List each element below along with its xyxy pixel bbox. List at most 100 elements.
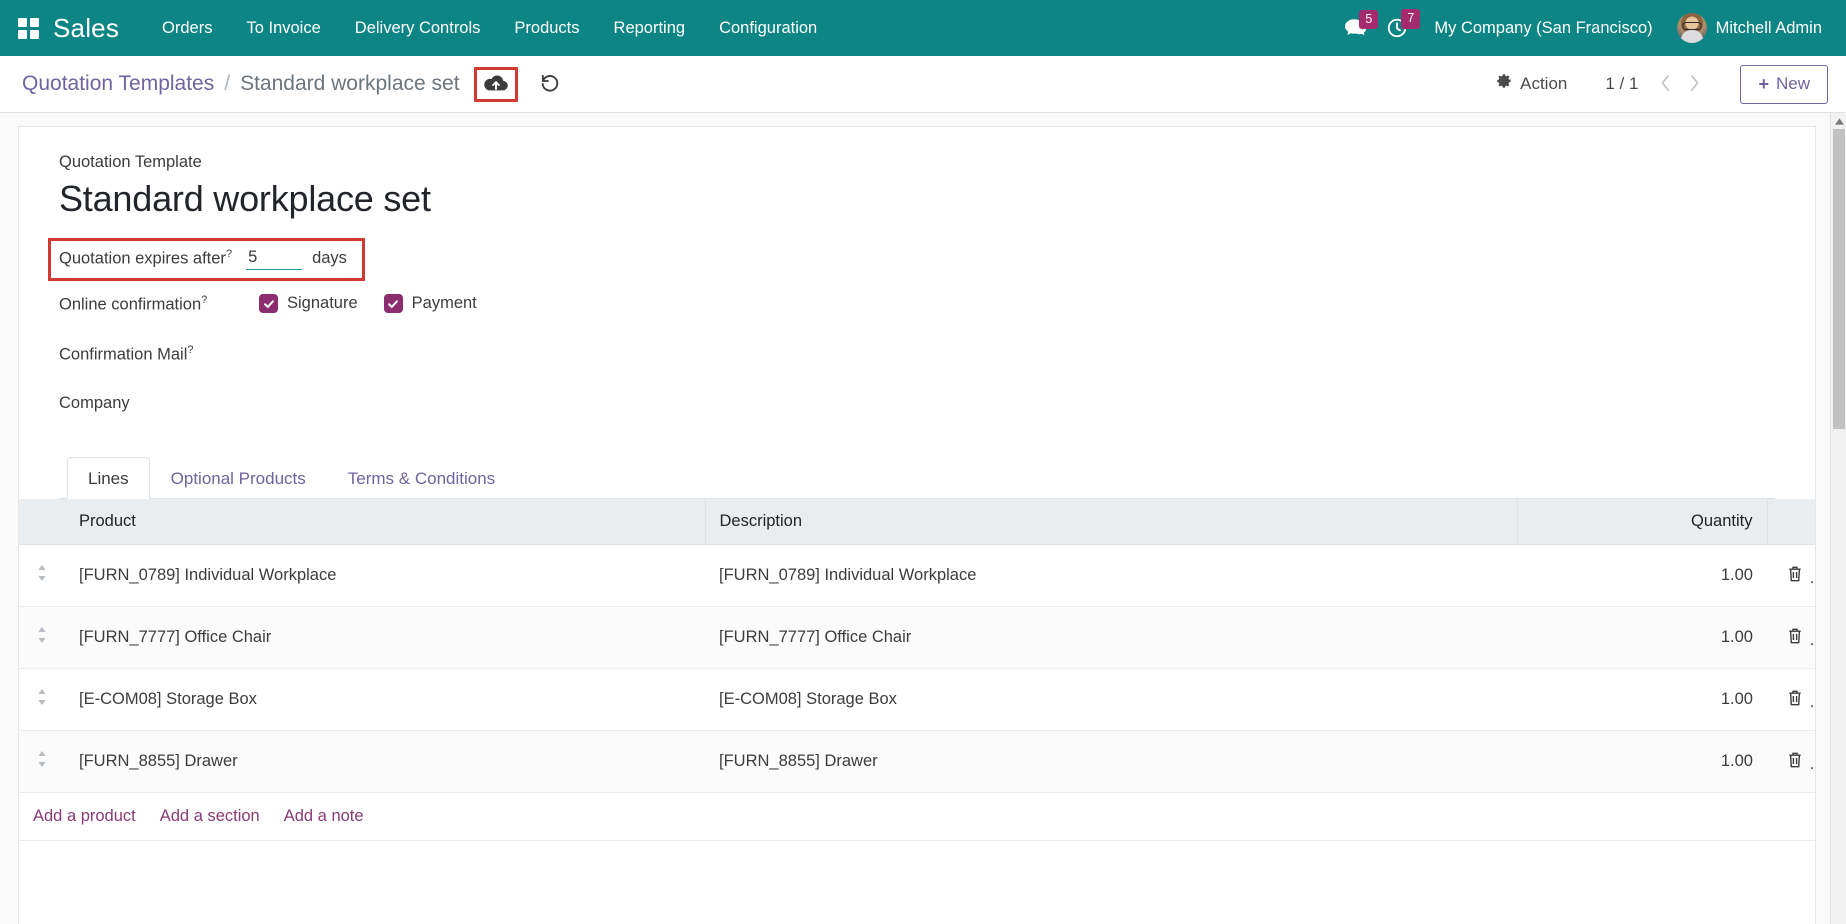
messages-button[interactable]: 5 <box>1336 12 1378 45</box>
apps-grid-cell <box>30 18 39 27</box>
new-button-label: New <box>1776 74 1810 94</box>
company-switcher[interactable]: My Company (San Francisco) <box>1420 11 1666 46</box>
help-tooltip-icon[interactable]: ? <box>187 344 193 356</box>
delete-row-button[interactable] <box>1781 745 1809 778</box>
menu-item-delivery-controls[interactable]: Delivery Controls <box>338 11 498 46</box>
record-pager: 1 / 1 <box>1605 69 1708 100</box>
menu-item-reporting[interactable]: Reporting <box>597 11 703 46</box>
breadcrumb-parent-quotation-templates[interactable]: Quotation Templates <box>22 72 214 96</box>
help-tooltip-icon[interactable]: ? <box>226 248 232 260</box>
drag-handle-icon <box>36 631 48 649</box>
form-body: Quotation Template Standard workplace se… <box>19 153 1815 841</box>
action-menu-label: Action <box>1520 74 1567 94</box>
content-area: Quotation Template Standard workplace se… <box>0 113 1846 924</box>
cell-product[interactable]: [FURN_8855] Drawer <box>65 731 705 793</box>
help-tooltip-icon[interactable]: ? <box>201 294 207 306</box>
cell-product[interactable]: [E-COM08] Storage Box <box>65 669 705 731</box>
cell-description[interactable]: [E-COM08] Storage Box <box>705 669 1517 731</box>
pager-next-button[interactable] <box>1681 69 1708 100</box>
user-name-label: Mitchell Admin <box>1716 19 1822 38</box>
table-row[interactable]: [FURN_0789] Individual Workplace [FURN_0… <box>19 545 1815 607</box>
cell-product[interactable]: [FURN_7777] Office Chair <box>65 607 705 669</box>
record-type-label: Quotation Template <box>59 153 1775 172</box>
cell-description[interactable]: [FURN_0789] Individual Workplace <box>705 545 1517 607</box>
quotation-expiry-field-group: Quotation expires after? days <box>48 238 365 281</box>
trash-icon <box>1787 689 1803 710</box>
pager-previous-button[interactable] <box>1652 69 1679 100</box>
discard-changes-button[interactable] <box>530 68 570 101</box>
row-drag-handle[interactable] <box>19 607 65 669</box>
apps-grid-cell <box>30 30 39 39</box>
online-confirmation-options: Signature Payment <box>259 294 477 313</box>
cell-quantity[interactable]: 1.00 <box>1517 669 1767 731</box>
menu-item-to-invoice[interactable]: To Invoice <box>229 11 337 46</box>
cell-delete <box>1767 545 1815 607</box>
vertical-scrollbar[interactable] <box>1830 113 1846 924</box>
save-button-highlight-box <box>474 67 518 102</box>
checkbox-signature[interactable]: Signature <box>259 294 358 313</box>
save-record-button[interactable] <box>484 73 508 96</box>
cell-product[interactable]: [FURN_0789] Individual Workplace <box>65 545 705 607</box>
table-row[interactable]: [FURN_7777] Office Chair [FURN_7777] Off… <box>19 607 1815 669</box>
add-a-note-link[interactable]: Add a note <box>284 807 364 826</box>
new-record-button[interactable]: + New <box>1740 65 1828 104</box>
lines-table: Product Description Quantity <box>19 499 1815 841</box>
checkbox-signature-label: Signature <box>287 294 358 313</box>
table-row[interactable]: [FURN_8855] Drawer [FURN_8855] Drawer 1.… <box>19 731 1815 793</box>
online-confirmation-field-group: Online confirmation? Signature Payment <box>59 294 1775 328</box>
column-delete <box>1767 499 1815 545</box>
user-menu[interactable]: Mitchell Admin <box>1667 9 1828 47</box>
tab-terms-conditions[interactable]: Terms & Conditions <box>327 457 516 499</box>
drag-handle-icon <box>36 693 48 711</box>
row-drag-handle[interactable] <box>19 669 65 731</box>
app-brand-sales[interactable]: Sales <box>53 13 119 44</box>
breadcrumb: Quotation Templates / Standard workplace… <box>22 67 570 102</box>
undo-icon <box>539 72 561 97</box>
trash-icon <box>1787 565 1803 586</box>
menu-item-products[interactable]: Products <box>497 11 596 46</box>
cell-quantity[interactable]: 1.00 <box>1517 545 1767 607</box>
cell-quantity[interactable]: 1.00 <box>1517 731 1767 793</box>
add-a-section-link[interactable]: Add a section <box>160 807 260 826</box>
row-drag-handle[interactable] <box>19 731 65 793</box>
lines-table-body: [FURN_0789] Individual Workplace [FURN_0… <box>19 545 1815 841</box>
page-title: Standard workplace set <box>59 178 1775 220</box>
checkbox-payment[interactable]: Payment <box>384 294 477 313</box>
quotation-expiry-label: Quotation expires after? <box>59 248 232 269</box>
table-row[interactable]: [E-COM08] Storage Box [E-COM08] Storage … <box>19 669 1815 731</box>
cell-delete <box>1767 607 1815 669</box>
delete-row-button[interactable] <box>1781 621 1809 654</box>
trash-icon <box>1787 751 1803 772</box>
cell-quantity[interactable]: 1.00 <box>1517 607 1767 669</box>
menu-item-configuration[interactable]: Configuration <box>702 11 834 46</box>
quotation-expiry-unit-label: days <box>312 249 347 268</box>
cell-description[interactable]: [FURN_7777] Office Chair <box>705 607 1517 669</box>
cell-description[interactable]: [FURN_8855] Drawer <box>705 731 1517 793</box>
delete-row-button[interactable] <box>1781 683 1809 716</box>
action-menu-button[interactable]: Action <box>1484 66 1579 102</box>
cell-delete <box>1767 669 1815 731</box>
menu-item-orders[interactable]: Orders <box>145 11 229 46</box>
apps-grid-icon[interactable] <box>18 18 39 39</box>
notebook-tabs: Lines Optional Products Terms & Conditio… <box>59 456 1775 499</box>
avatar <box>1677 13 1707 43</box>
scroll-up-arrow-icon[interactable] <box>1831 113 1846 129</box>
gear-icon <box>1496 73 1513 95</box>
tab-lines[interactable]: Lines <box>67 457 150 499</box>
column-description: Description <box>705 499 1517 545</box>
check-icon <box>384 294 403 313</box>
cloud-upload-icon <box>484 73 508 96</box>
scrollbar-thumb[interactable] <box>1833 129 1845 429</box>
confirmation-mail-field-group: Confirmation Mail? <box>59 344 1775 378</box>
row-drag-handle[interactable] <box>19 545 65 607</box>
add-a-product-link[interactable]: Add a product <box>33 807 136 826</box>
checkbox-payment-label: Payment <box>412 294 477 313</box>
tab-optional-products[interactable]: Optional Products <box>150 457 327 499</box>
top-navbar: Sales Orders To Invoice Delivery Control… <box>0 0 1846 56</box>
activities-button[interactable]: 7 <box>1378 11 1420 45</box>
chevron-right-icon <box>1688 73 1701 96</box>
delete-row-button[interactable] <box>1781 559 1809 592</box>
company-field-group: Company <box>59 394 1775 428</box>
column-handle <box>19 499 65 545</box>
quotation-expiry-input[interactable] <box>246 247 302 270</box>
